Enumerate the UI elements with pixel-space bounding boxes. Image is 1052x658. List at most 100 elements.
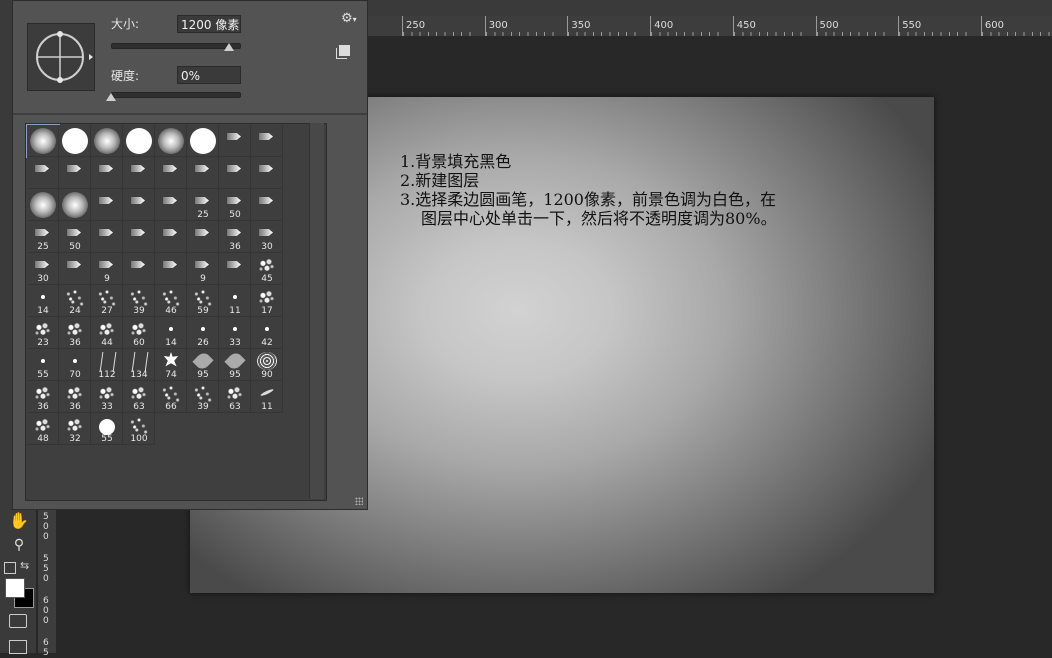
hand-tool-icon[interactable]: ✋ <box>8 512 30 532</box>
brush-size-label: 45 <box>261 274 273 284</box>
brush-preset-43[interactable]: 27 <box>91 285 123 317</box>
brush-preset-22[interactable]: 25 <box>187 189 219 221</box>
brush-preset-1[interactable] <box>26 124 60 158</box>
brush-tip-icon <box>99 165 113 172</box>
brush-preset-20[interactable] <box>123 189 155 221</box>
brush-preset-35[interactable]: 9 <box>91 253 123 285</box>
size-slider[interactable] <box>111 43 241 49</box>
brush-preset-23[interactable]: 50 <box>219 189 251 221</box>
brush-preset-64[interactable]: 90 <box>251 349 283 381</box>
brush-preset-34[interactable] <box>59 253 91 285</box>
brush-preset-15[interactable] <box>219 157 251 189</box>
brush-preset-61[interactable]: 74 <box>155 349 187 381</box>
brush-preset-16[interactable] <box>251 157 283 189</box>
hardness-slider-handle[interactable] <box>106 93 116 101</box>
preset-scrollbar[interactable] <box>309 123 324 499</box>
hardness-slider[interactable] <box>111 92 241 98</box>
brush-preset-44[interactable]: 39 <box>123 285 155 317</box>
brush-preset-26[interactable]: 50 <box>59 221 91 253</box>
brush-preset-56[interactable]: 42 <box>251 317 283 349</box>
brush-preset-8[interactable] <box>251 125 283 157</box>
brush-preset-19[interactable] <box>91 189 123 221</box>
brush-preset-63[interactable]: 95 <box>219 349 251 381</box>
brush-preset-50[interactable]: 36 <box>59 317 91 349</box>
brush-preset-24[interactable] <box>251 189 283 221</box>
brush-preset-73[interactable]: 48 <box>27 413 59 445</box>
brush-preset-9[interactable] <box>27 157 59 189</box>
brush-preset-47[interactable]: 11 <box>219 285 251 317</box>
brush-preset-53[interactable]: 14 <box>155 317 187 349</box>
brush-preset-70[interactable]: 39 <box>187 381 219 413</box>
screen-mode-icon[interactable] <box>9 640 27 654</box>
brush-preset-17[interactable] <box>27 189 59 221</box>
brush-preset-52[interactable]: 60 <box>123 317 155 349</box>
brush-preset-58[interactable]: 70 <box>59 349 91 381</box>
resize-grip-icon[interactable] <box>355 497 363 505</box>
brush-preset-40[interactable]: 45 <box>251 253 283 285</box>
brush-preset-57[interactable]: 55 <box>27 349 59 381</box>
size-slider-handle[interactable] <box>223 43 234 51</box>
brush-preset-21[interactable] <box>155 189 187 221</box>
brush-preset-27[interactable] <box>91 221 123 253</box>
brush-preset-69[interactable]: 66 <box>155 381 187 413</box>
brush-preset-68[interactable]: 63 <box>123 381 155 413</box>
brush-preset-13[interactable] <box>155 157 187 189</box>
brush-preset-49[interactable]: 23 <box>27 317 59 349</box>
brush-preset-29[interactable] <box>155 221 187 253</box>
brush-texture-icon <box>257 352 277 370</box>
settings-gear-icon[interactable]: ⚙▾ <box>341 11 357 26</box>
brush-grain-icon <box>96 288 118 308</box>
brush-preset-3[interactable] <box>91 125 123 157</box>
brush-preset-41[interactable]: 14 <box>27 285 59 317</box>
size-input[interactable]: 1200 像素 <box>177 15 241 33</box>
brush-preset-76[interactable]: 100 <box>123 413 155 445</box>
ruler-mark: 450 <box>732 16 803 36</box>
brush-preset-25[interactable]: 25 <box>27 221 59 253</box>
quick-mask-icon[interactable] <box>9 614 27 628</box>
brush-preset-18[interactable] <box>59 189 91 221</box>
brush-preset-38[interactable]: 9 <box>187 253 219 285</box>
brush-preset-2[interactable] <box>59 125 91 157</box>
brush-preset-7[interactable] <box>219 125 251 157</box>
swap-colors-icon[interactable]: ⇆ <box>20 559 29 572</box>
brush-preset-5[interactable] <box>155 125 187 157</box>
brush-preset-33[interactable]: 30 <box>27 253 59 285</box>
brush-preset-48[interactable]: 17 <box>251 285 283 317</box>
brush-preset-12[interactable] <box>123 157 155 189</box>
brush-preset-42[interactable]: 24 <box>59 285 91 317</box>
brush-preset-65[interactable]: 36 <box>27 381 59 413</box>
brush-preset-4[interactable] <box>123 125 155 157</box>
brush-tip-preview[interactable] <box>27 23 95 91</box>
foreground-color-swatch[interactable] <box>5 578 25 598</box>
brush-preset-62[interactable]: 95 <box>187 349 219 381</box>
zoom-tool-icon[interactable]: ⚲ <box>8 536 30 556</box>
default-colors-icon[interactable] <box>4 562 16 574</box>
brush-preset-45[interactable]: 46 <box>155 285 187 317</box>
brush-preset-10[interactable] <box>59 157 91 189</box>
brush-preset-31[interactable]: 36 <box>219 221 251 253</box>
new-preset-icon[interactable] <box>339 45 350 56</box>
brush-preset-37[interactable] <box>155 253 187 285</box>
brush-preset-39[interactable] <box>219 253 251 285</box>
brush-preset-36[interactable] <box>123 253 155 285</box>
brush-preset-74[interactable]: 32 <box>59 413 91 445</box>
brush-preset-66[interactable]: 36 <box>59 381 91 413</box>
brush-preset-6[interactable] <box>187 125 219 157</box>
brush-preset-30[interactable] <box>187 221 219 253</box>
brush-preset-51[interactable]: 44 <box>91 317 123 349</box>
brush-preset-67[interactable]: 33 <box>91 381 123 413</box>
brush-preset-72[interactable]: 11 <box>251 381 283 413</box>
brush-preset-14[interactable] <box>187 157 219 189</box>
brush-preset-75[interactable]: 55 <box>91 413 123 445</box>
hardness-input[interactable]: 0% <box>177 66 241 84</box>
brush-preset-46[interactable]: 59 <box>187 285 219 317</box>
brush-preset-59[interactable]: 112 <box>91 349 123 381</box>
brush-preset-60[interactable]: 134 <box>123 349 155 381</box>
brush-preset-71[interactable]: 63 <box>219 381 251 413</box>
brush-preset-11[interactable] <box>91 157 123 189</box>
brush-preset-28[interactable] <box>123 221 155 253</box>
brush-size-label: 32 <box>69 434 81 444</box>
brush-preset-32[interactable]: 30 <box>251 221 283 253</box>
brush-preset-55[interactable]: 33 <box>219 317 251 349</box>
brush-preset-54[interactable]: 26 <box>187 317 219 349</box>
